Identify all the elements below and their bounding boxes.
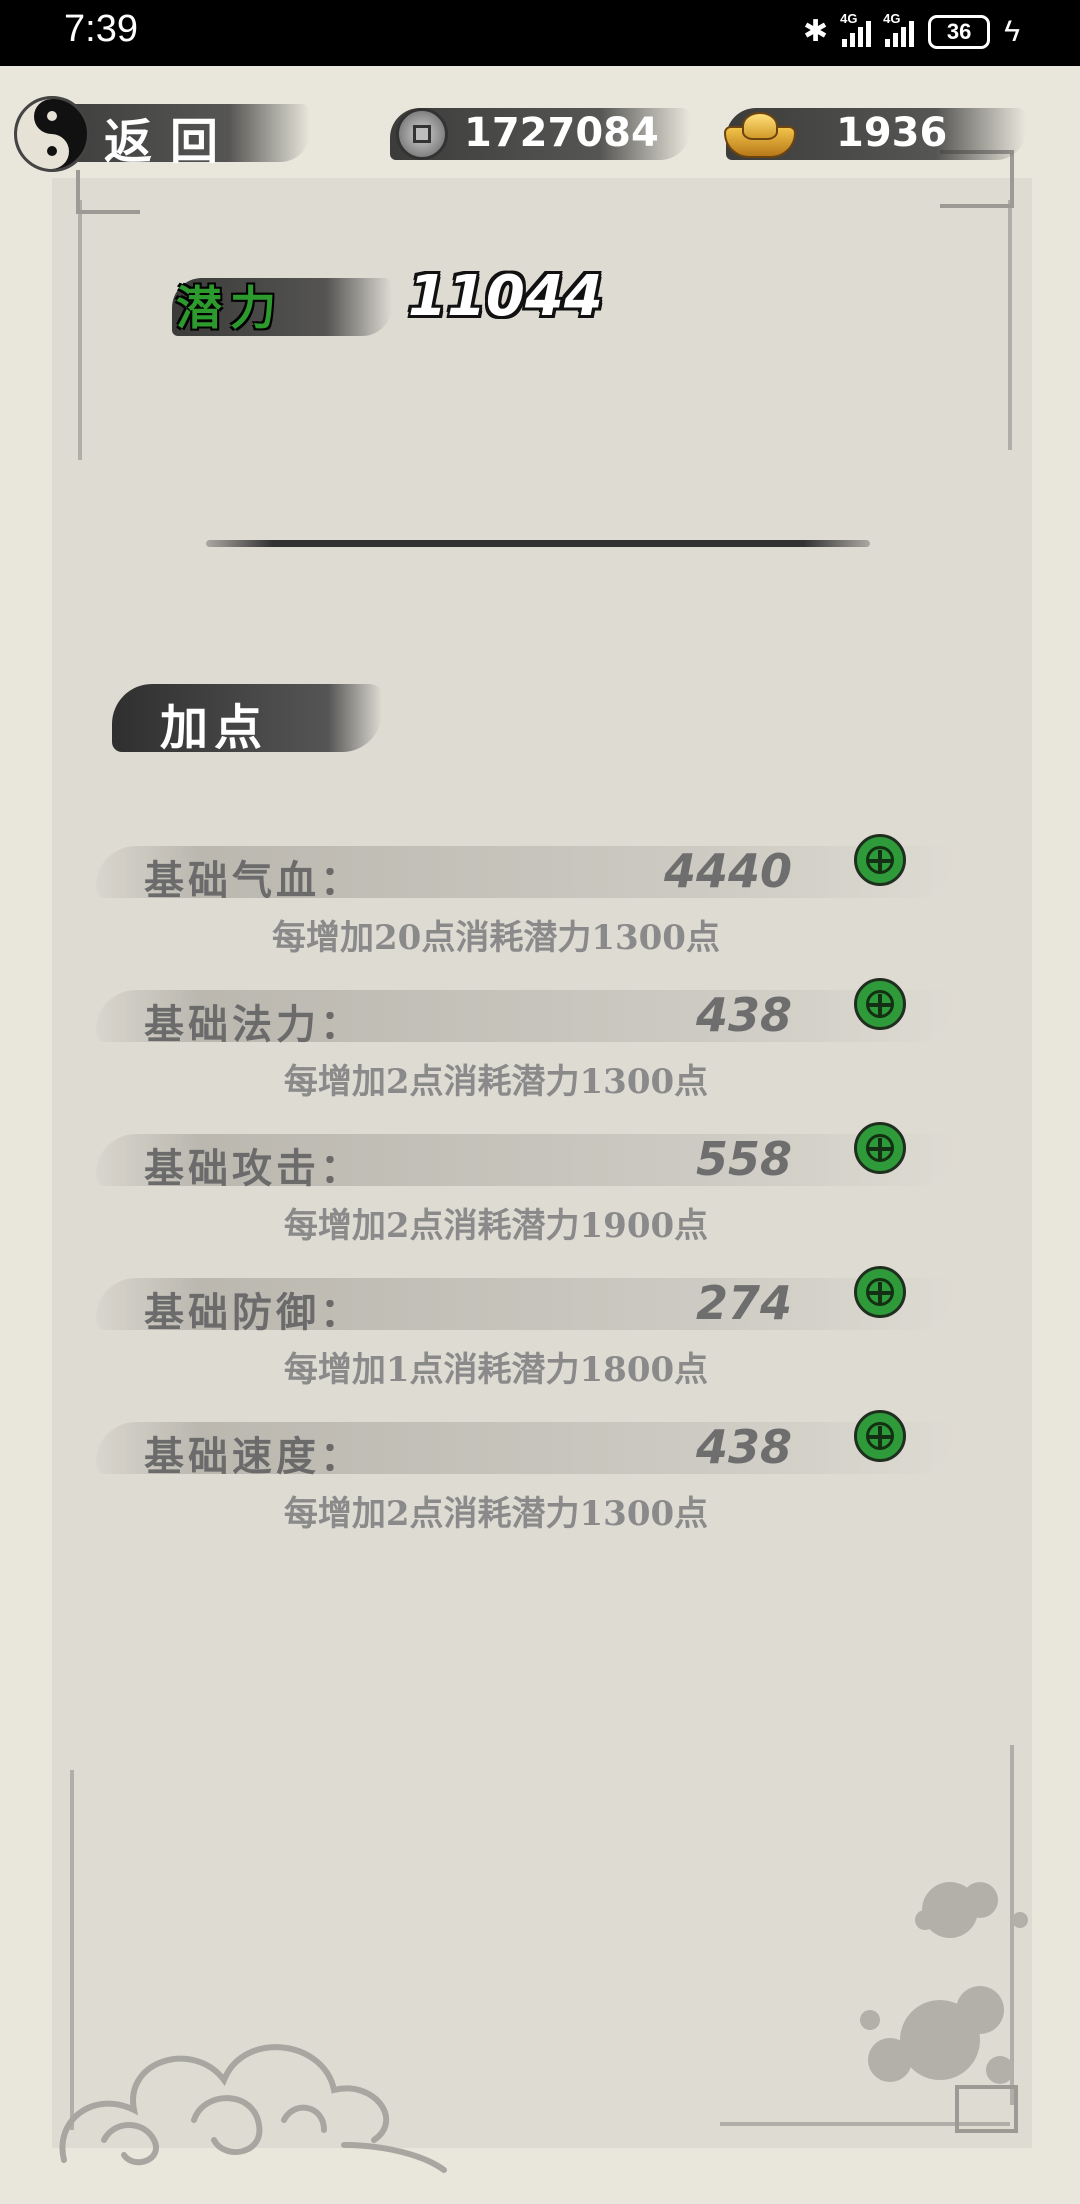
add-point-button[interactable] xyxy=(854,834,906,886)
add-point-button[interactable] xyxy=(854,1410,906,1462)
stat-label: 基础法力： xyxy=(144,1001,364,1048)
yinyang-icon xyxy=(14,96,90,172)
stat-row-speed: 基础速度： 438 每增加2点消耗潜力1300点 xyxy=(96,1402,956,1542)
network-type: 4G xyxy=(840,10,858,26)
stat-label: 基础防御： xyxy=(144,1289,364,1336)
stat-row-hp: 基础气血： 4440 每增加20点消耗潜力1300点 xyxy=(96,826,956,966)
potential-label: 潜力 xyxy=(176,281,284,335)
stat-value: 438 xyxy=(695,988,792,1042)
stat-cost-description: 每增加2点消耗潜力1300点 xyxy=(283,1062,709,1102)
battery-icon: 36 xyxy=(928,14,991,49)
stat-row-attack: 基础攻击： 558 每增加2点消耗潜力1900点 xyxy=(96,1114,956,1254)
gold-ingot-icon xyxy=(724,112,796,158)
stat-cost-description: 每增加1点消耗潜力1800点 xyxy=(283,1350,709,1390)
frame-line-left-top xyxy=(78,200,82,460)
stat-cost-description: 每增加2点消耗潜力1300点 xyxy=(283,1494,709,1534)
gold-ingot-count: 1936 xyxy=(836,110,948,156)
network-type-2: 4G xyxy=(883,10,901,26)
stat-cost-description: 每增加2点消耗潜力1900点 xyxy=(283,1206,709,1246)
back-label: 返回 xyxy=(104,114,237,170)
copper-coin-count: 1727084 xyxy=(464,110,659,156)
clock: 7:39 xyxy=(64,8,138,50)
stat-label: 基础速度： xyxy=(144,1433,364,1480)
ink-splash-decoration xyxy=(860,1882,1028,2084)
stat-value: 4440 xyxy=(663,844,792,898)
divider xyxy=(206,540,870,547)
stat-label: 基础攻击： xyxy=(144,1145,364,1192)
status-bar: 7:39 ✱ 4G 4G 36 ϟ xyxy=(0,0,1080,66)
bluetooth-icon: ✱ xyxy=(802,15,829,48)
copper-coin-icon xyxy=(396,108,448,160)
status-icons: ✱ 4G 4G 36 ϟ xyxy=(802,11,1020,49)
signal-icon-2: 4G xyxy=(883,11,915,47)
add-point-button[interactable] xyxy=(854,978,906,1030)
stat-row-mp: 基础法力： 438 每增加2点消耗潜力1300点 xyxy=(96,970,956,1110)
add-point-button[interactable] xyxy=(854,1122,906,1174)
stat-value: 274 xyxy=(695,1276,792,1330)
stat-cost-description: 每增加20点消耗潜力1300点 xyxy=(272,918,720,958)
corner-ornament-tl xyxy=(76,170,140,214)
section-title: 加点 xyxy=(160,700,269,756)
stat-value: 558 xyxy=(695,1132,792,1186)
potential-value: 11044 xyxy=(408,264,603,329)
stat-row-defense: 基础防御： 274 每增加1点消耗潜力1800点 xyxy=(96,1258,956,1398)
stat-label: 基础气血： xyxy=(144,857,364,904)
signal-icon: 4G xyxy=(840,11,872,47)
cloud-decoration xyxy=(59,2044,447,2173)
stat-value: 438 xyxy=(695,1420,792,1474)
frame-line-right-top xyxy=(1008,200,1012,450)
add-point-button[interactable] xyxy=(854,1266,906,1318)
charging-icon: ϟ xyxy=(1004,14,1020,48)
